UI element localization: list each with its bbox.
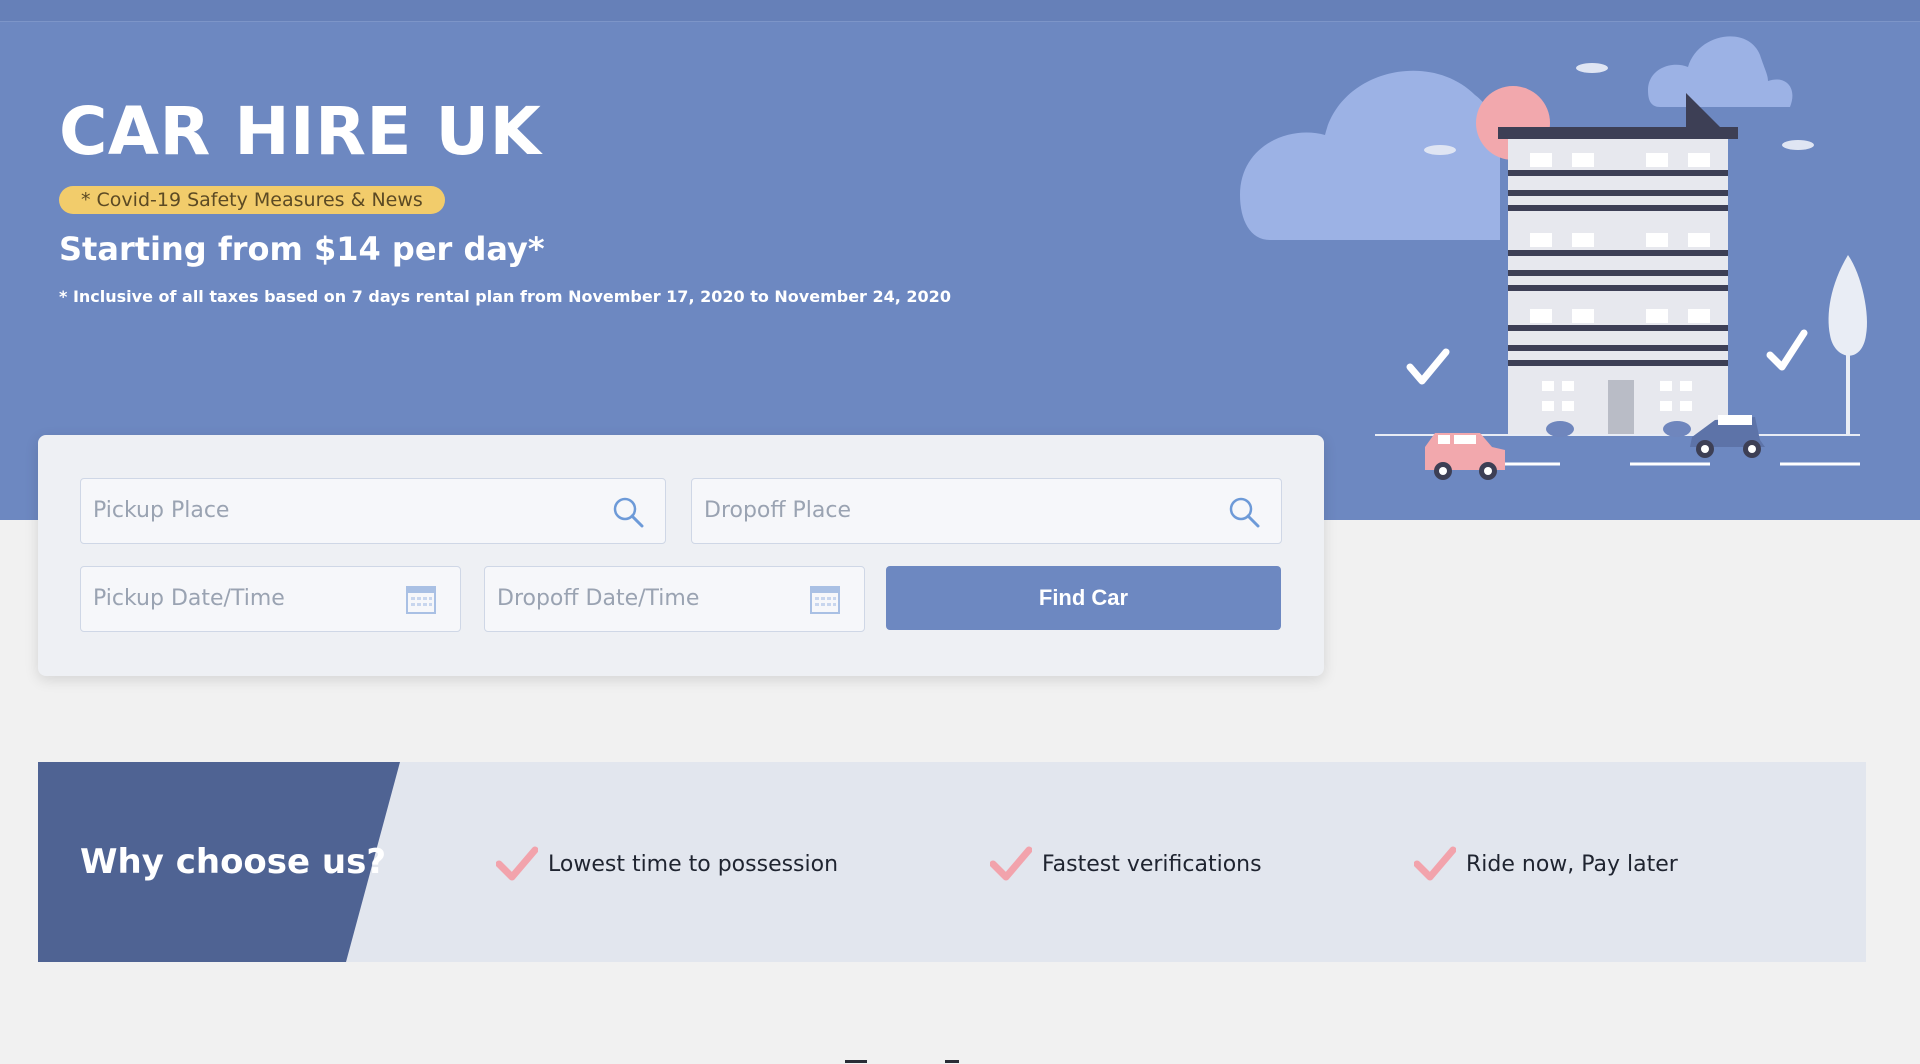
pickup-place-input[interactable]: Pickup Place: [80, 478, 666, 544]
check-icon: [1406, 348, 1450, 385]
calendar-icon[interactable]: [808, 583, 842, 617]
dropoff-place-placeholder: Dropoff Place: [704, 498, 852, 523]
top-cloud-icon: [1648, 36, 1793, 107]
feature-item: Lowest time to possession: [496, 844, 838, 884]
search-form: Pickup Place Dropoff Place Pickup Date/T…: [38, 435, 1324, 676]
why-choose-us-heading: Why choose us?: [80, 842, 387, 882]
check-icon: [990, 846, 1032, 881]
price-tagline: Starting from $14 per day*: [59, 230, 545, 268]
covid-news-link[interactable]: * Covid-19 Safety Measures & News: [59, 186, 445, 214]
feature-item: Ride now, Pay later: [1414, 844, 1678, 884]
pickup-datetime-input[interactable]: Pickup Date/Time: [80, 566, 461, 632]
pink-car-icon: [1425, 433, 1505, 480]
check-icon: [1766, 329, 1808, 371]
dropoff-datetime-input[interactable]: Dropoff Date/Time: [484, 566, 865, 632]
big-cloud-icon: [1240, 70, 1500, 240]
feature-label: Ride now, Pay later: [1466, 851, 1678, 877]
calendar-icon[interactable]: [404, 583, 438, 617]
find-car-button[interactable]: Find Car: [886, 566, 1281, 630]
next-section-heading-peek: [845, 1060, 959, 1063]
pickup-place-placeholder: Pickup Place: [93, 498, 230, 523]
page-title: CAR HIRE UK: [59, 93, 542, 170]
feature-label: Lowest time to possession: [548, 851, 839, 877]
check-icon: [1414, 846, 1456, 881]
dropoff-place-input[interactable]: Dropoff Place: [691, 478, 1282, 544]
feature-label: Fastest verifications: [1042, 851, 1262, 877]
search-icon[interactable]: [611, 495, 645, 529]
hotel-city-illustration: [1240, 36, 1868, 480]
dropoff-datetime-placeholder: Dropoff Date/Time: [497, 586, 700, 611]
feature-item: Fastest verifications: [990, 844, 1262, 884]
search-icon[interactable]: [1227, 495, 1261, 529]
check-icon: [496, 846, 538, 881]
price-footnote: * Inclusive of all taxes based on 7 days…: [59, 287, 951, 306]
why-choose-us-section: Why choose us? Lowest time to possession…: [38, 762, 1866, 962]
pickup-datetime-placeholder: Pickup Date/Time: [93, 586, 285, 611]
